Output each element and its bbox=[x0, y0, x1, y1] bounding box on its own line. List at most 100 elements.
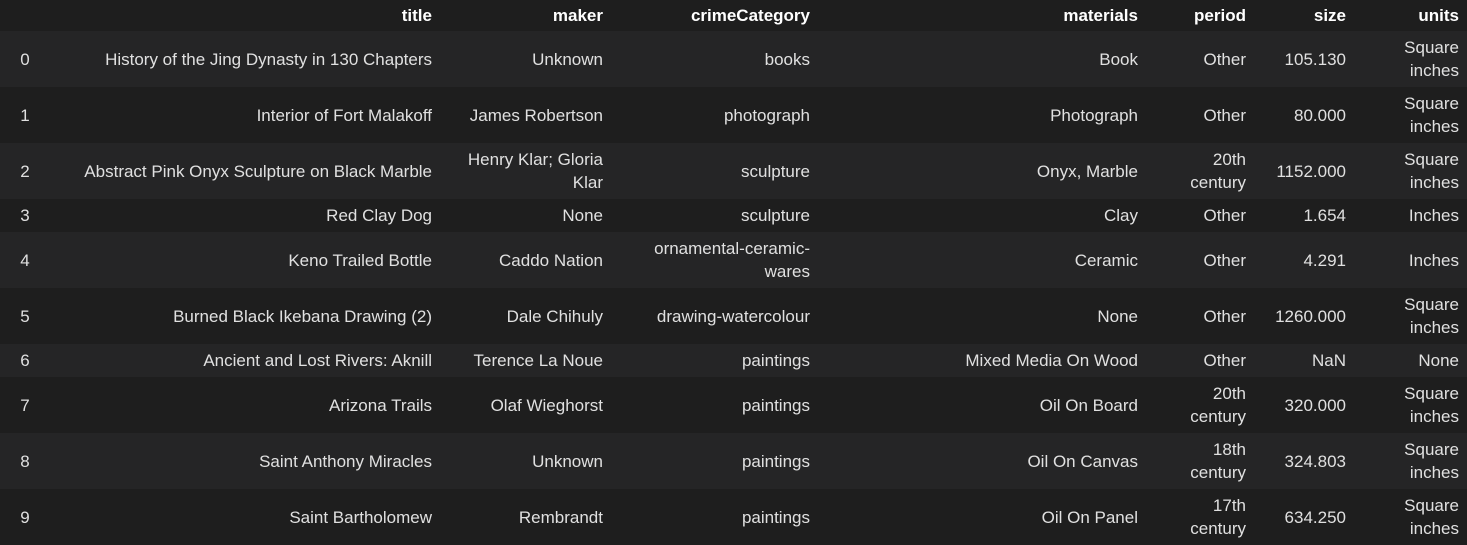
row-index: 9 bbox=[0, 489, 50, 545]
cell-size: 324.803 bbox=[1254, 433, 1354, 489]
header-period: period bbox=[1146, 0, 1254, 31]
cell-materials: Clay bbox=[818, 199, 1146, 232]
header-size: size bbox=[1254, 0, 1354, 31]
header-title: title bbox=[50, 0, 440, 31]
table-row: 3 Red Clay Dog None sculpture Clay Other… bbox=[0, 199, 1467, 232]
cell-crime-category: paintings bbox=[611, 489, 818, 545]
row-index: 3 bbox=[0, 199, 50, 232]
cell-materials: Oil On Board bbox=[818, 377, 1146, 433]
row-index: 6 bbox=[0, 344, 50, 377]
cell-title: Saint Anthony Miracles bbox=[50, 433, 440, 489]
header-crime-category: crimeCategory bbox=[611, 0, 818, 31]
cell-period: 20th century bbox=[1146, 377, 1254, 433]
cell-units: Square inches bbox=[1354, 489, 1467, 545]
cell-period: Other bbox=[1146, 199, 1254, 232]
row-index: 7 bbox=[0, 377, 50, 433]
cell-title: Keno Trailed Bottle bbox=[50, 232, 440, 288]
cell-period: 20th century bbox=[1146, 143, 1254, 199]
cell-crime-category: paintings bbox=[611, 377, 818, 433]
cell-maker: James Robertson bbox=[440, 87, 611, 143]
cell-materials: Onyx, Marble bbox=[818, 143, 1146, 199]
cell-title: Abstract Pink Onyx Sculpture on Black Ma… bbox=[50, 143, 440, 199]
table-row: 4 Keno Trailed Bottle Caddo Nation ornam… bbox=[0, 232, 1467, 288]
cell-materials: Oil On Panel bbox=[818, 489, 1146, 545]
table-row: 9 Saint Bartholomew Rembrandt paintings … bbox=[0, 489, 1467, 545]
cell-units: Square inches bbox=[1354, 288, 1467, 344]
cell-materials: Oil On Canvas bbox=[818, 433, 1146, 489]
table-row: 7 Arizona Trails Olaf Wieghorst painting… bbox=[0, 377, 1467, 433]
cell-materials: Book bbox=[818, 30, 1146, 87]
cell-maker: Henry Klar; Gloria Klar bbox=[440, 143, 611, 199]
cell-title: History of the Jing Dynasty in 130 Chapt… bbox=[50, 30, 440, 87]
cell-title: Red Clay Dog bbox=[50, 199, 440, 232]
table-row: 5 Burned Black Ikebana Drawing (2) Dale … bbox=[0, 288, 1467, 344]
table-row: 2 Abstract Pink Onyx Sculpture on Black … bbox=[0, 143, 1467, 199]
table-row: 1 Interior of Fort Malakoff James Robert… bbox=[0, 87, 1467, 143]
cell-title: Arizona Trails bbox=[50, 377, 440, 433]
cell-title: Burned Black Ikebana Drawing (2) bbox=[50, 288, 440, 344]
cell-maker: Caddo Nation bbox=[440, 232, 611, 288]
cell-units: Square inches bbox=[1354, 377, 1467, 433]
header-maker: maker bbox=[440, 0, 611, 31]
row-index: 8 bbox=[0, 433, 50, 489]
cell-period: Other bbox=[1146, 30, 1254, 87]
row-index: 4 bbox=[0, 232, 50, 288]
cell-materials: None bbox=[818, 288, 1146, 344]
cell-crime-category: ornamental-ceramic-wares bbox=[611, 232, 818, 288]
cell-period: Other bbox=[1146, 232, 1254, 288]
header-materials: materials bbox=[818, 0, 1146, 31]
cell-maker: Unknown bbox=[440, 30, 611, 87]
cell-size: 320.000 bbox=[1254, 377, 1354, 433]
cell-size: 1260.000 bbox=[1254, 288, 1354, 344]
cell-maker: Rembrandt bbox=[440, 489, 611, 545]
cell-maker: Dale Chihuly bbox=[440, 288, 611, 344]
row-index: 1 bbox=[0, 87, 50, 143]
cell-maker: Unknown bbox=[440, 433, 611, 489]
cell-units: Square inches bbox=[1354, 30, 1467, 87]
cell-title: Ancient and Lost Rivers: Aknill bbox=[50, 344, 440, 377]
dataframe-table: title maker crimeCategory materials peri… bbox=[0, 0, 1467, 545]
cell-units: Inches bbox=[1354, 232, 1467, 288]
row-index: 5 bbox=[0, 288, 50, 344]
cell-size: 634.250 bbox=[1254, 489, 1354, 545]
cell-materials: Ceramic bbox=[818, 232, 1146, 288]
cell-title: Saint Bartholomew bbox=[50, 489, 440, 545]
cell-size: 80.000 bbox=[1254, 87, 1354, 143]
cell-crime-category: sculpture bbox=[611, 199, 818, 232]
row-index: 2 bbox=[0, 143, 50, 199]
cell-size: 105.130 bbox=[1254, 30, 1354, 87]
cell-crime-category: drawing-watercolour bbox=[611, 288, 818, 344]
header-row: title maker crimeCategory materials peri… bbox=[0, 0, 1467, 31]
cell-maker: None bbox=[440, 199, 611, 232]
cell-maker: Terence La Noue bbox=[440, 344, 611, 377]
cell-units: Square inches bbox=[1354, 143, 1467, 199]
cell-crime-category: photograph bbox=[611, 87, 818, 143]
cell-materials: Mixed Media On Wood bbox=[818, 344, 1146, 377]
cell-period: Other bbox=[1146, 87, 1254, 143]
cell-crime-category: paintings bbox=[611, 344, 818, 377]
cell-size: NaN bbox=[1254, 344, 1354, 377]
cell-size: 4.291 bbox=[1254, 232, 1354, 288]
header-units: units bbox=[1354, 0, 1467, 31]
cell-size: 1152.000 bbox=[1254, 143, 1354, 199]
cell-units: Inches bbox=[1354, 199, 1467, 232]
table-row: 8 Saint Anthony Miracles Unknown paintin… bbox=[0, 433, 1467, 489]
cell-units: None bbox=[1354, 344, 1467, 377]
cell-materials: Photograph bbox=[818, 87, 1146, 143]
cell-units: Square inches bbox=[1354, 433, 1467, 489]
cell-period: 18th century bbox=[1146, 433, 1254, 489]
cell-crime-category: paintings bbox=[611, 433, 818, 489]
row-index: 0 bbox=[0, 30, 50, 87]
header-index bbox=[0, 0, 50, 31]
cell-title: Interior of Fort Malakoff bbox=[50, 87, 440, 143]
cell-period: Other bbox=[1146, 344, 1254, 377]
cell-period: 17th century bbox=[1146, 489, 1254, 545]
table-row: 0 History of the Jing Dynasty in 130 Cha… bbox=[0, 30, 1467, 87]
cell-maker: Olaf Wieghorst bbox=[440, 377, 611, 433]
table-row: 6 Ancient and Lost Rivers: Aknill Terenc… bbox=[0, 344, 1467, 377]
cell-crime-category: books bbox=[611, 30, 818, 87]
cell-size: 1.654 bbox=[1254, 199, 1354, 232]
cell-units: Square inches bbox=[1354, 87, 1467, 143]
cell-period: Other bbox=[1146, 288, 1254, 344]
cell-crime-category: sculpture bbox=[611, 143, 818, 199]
